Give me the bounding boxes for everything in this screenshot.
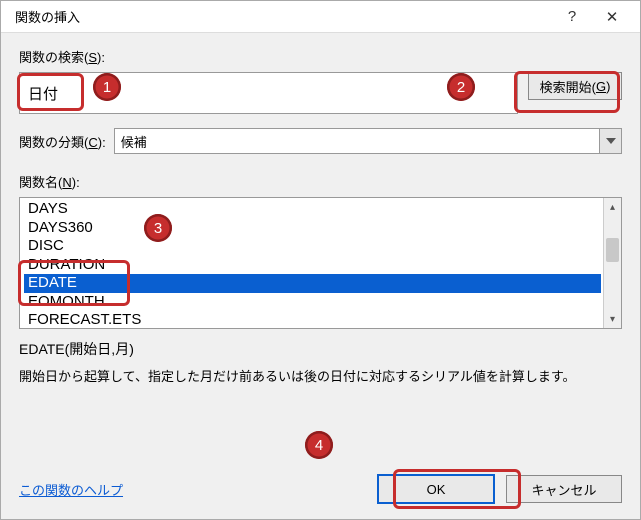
dialog-body: 関数の検索(S): 検索開始(G) 関数の分類(C): 候補 関数名(N): D… xyxy=(1,33,640,400)
list-item[interactable]: DURATION xyxy=(24,256,601,275)
help-link[interactable]: この関数のヘルプ xyxy=(19,480,123,499)
category-value: 候補 xyxy=(121,132,147,151)
titlebar: 関数の挿入 ? ✕ xyxy=(1,1,640,33)
scroll-up-icon[interactable]: ▴ xyxy=(604,198,621,216)
function-listbox[interactable]: DAYSDAYS360DISCDURATIONEDATEEOMONTHFOREC… xyxy=(19,197,622,329)
cancel-button[interactable]: キャンセル xyxy=(506,475,622,503)
function-list-label: 関数名(N): xyxy=(19,172,622,191)
ok-button[interactable]: OK xyxy=(378,475,494,503)
category-combo[interactable]: 候補 xyxy=(114,128,622,154)
scroll-thumb[interactable] xyxy=(606,238,619,262)
close-button[interactable]: ✕ xyxy=(592,8,632,26)
window-title: 関数の挿入 xyxy=(15,7,552,26)
function-signature: EDATE(開始日,月) xyxy=(19,339,622,359)
list-item[interactable]: EOMONTH xyxy=(24,293,601,312)
insert-function-dialog: 関数の挿入 ? ✕ 関数の検索(S): 検索開始(G) 関数の分類(C): 候補… xyxy=(0,0,641,520)
function-description: 開始日から起算して、指定した月だけ前あるいは後の日付に対応するシリアル値を計算し… xyxy=(19,367,622,388)
help-button[interactable]: ? xyxy=(552,8,592,25)
dialog-footer: この関数のヘルプ OK キャンセル xyxy=(1,463,640,519)
search-label: 関数の検索(S): xyxy=(19,47,622,66)
list-item[interactable]: DAYS xyxy=(24,200,601,219)
search-start-button[interactable]: 検索開始(G) xyxy=(528,72,622,100)
search-input[interactable] xyxy=(19,72,518,114)
annotation-circle-4: 4 xyxy=(305,431,333,459)
list-item[interactable]: DISC xyxy=(24,237,601,256)
list-item[interactable]: DAYS360 xyxy=(24,219,601,238)
list-item[interactable]: EDATE xyxy=(24,274,601,293)
scrollbar[interactable]: ▴ ▾ xyxy=(603,198,621,328)
scroll-down-icon[interactable]: ▾ xyxy=(604,310,621,328)
category-label: 関数の分類(C): xyxy=(19,132,106,151)
chevron-down-icon xyxy=(599,129,621,153)
list-item[interactable]: FORECAST.ETS xyxy=(24,311,601,329)
